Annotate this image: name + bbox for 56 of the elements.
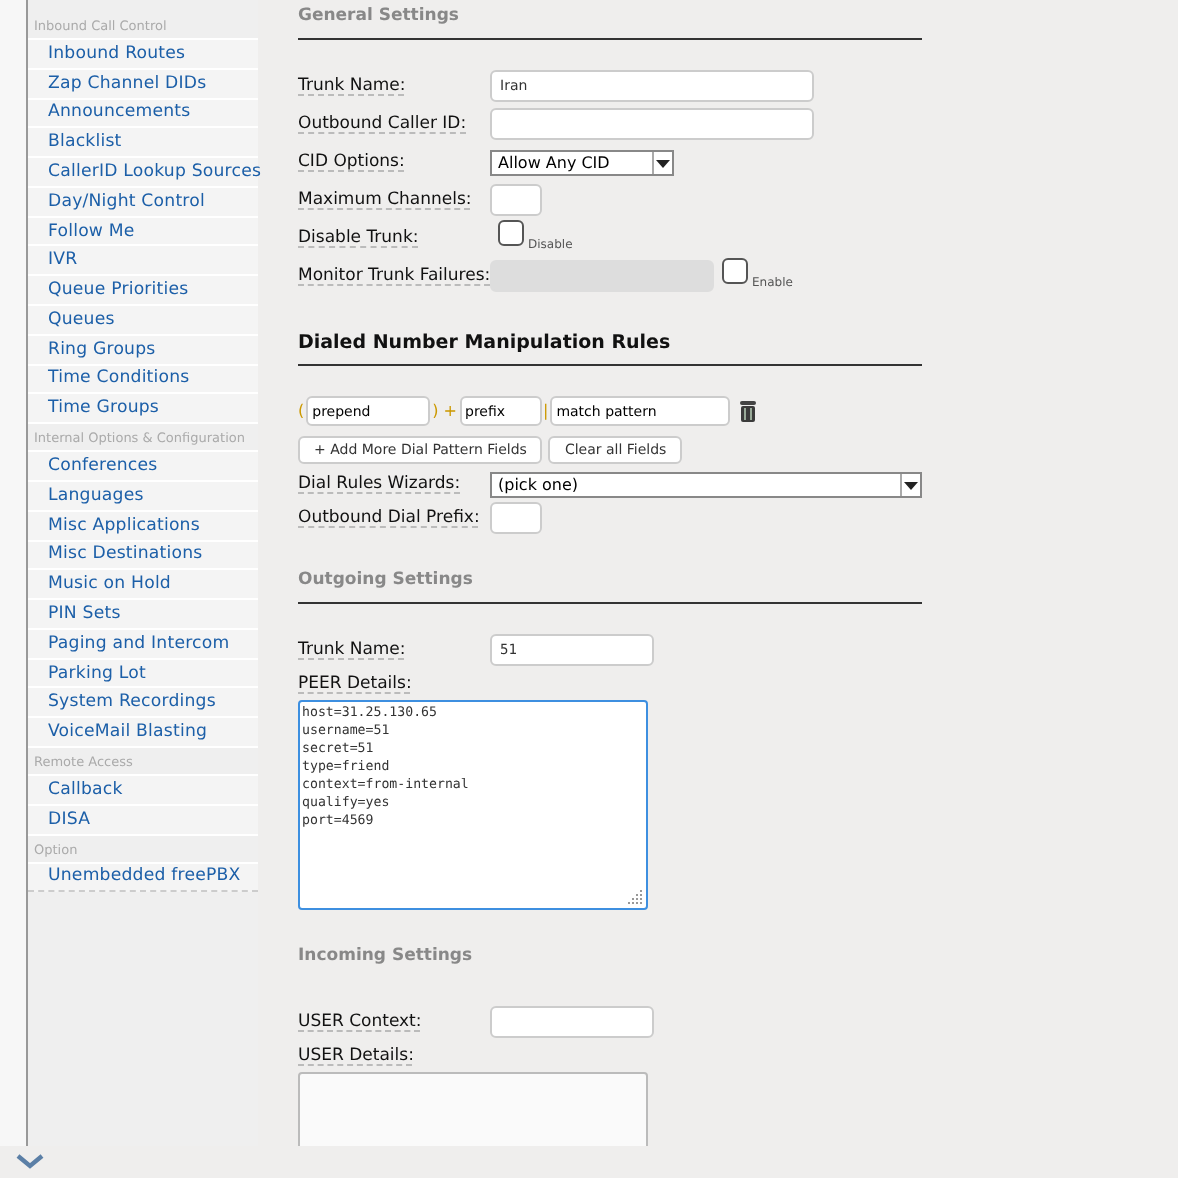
checkbox[interactable] — [498, 219, 524, 245]
section-heading: Incoming Settings — [298, 946, 475, 970]
sidebar-link[interactable]: VoiceMail Blasting — [28, 718, 258, 748]
sidebar-link[interactable]: Queue Priorities — [28, 276, 258, 307]
sidebar-link[interactable]: Parking Lot — [28, 659, 258, 689]
field-label: Dial Rules Wizards: — [298, 474, 463, 494]
section-heading: General Settings — [298, 6, 461, 30]
sidebar-link[interactable]: Conferences — [28, 452, 258, 482]
text-field[interactable] — [490, 502, 542, 534]
sidebar-link[interactable]: Callback — [28, 775, 258, 806]
sidebar-link[interactable]: Ring Groups — [28, 335, 258, 366]
field-label: Maximum Channels: — [298, 190, 474, 210]
sidebar-link[interactable]: Inbound Routes — [28, 40, 258, 70]
field-label: Monitor Trunk Failures: — [298, 266, 490, 286]
cid-options-dropdown[interactable]: Allow Any CID — [490, 149, 674, 175]
sidebar-link[interactable]: Time Groups — [28, 394, 258, 425]
field-label: Trunk Name: — [298, 76, 408, 96]
caret-icon — [656, 157, 670, 167]
sidebar-link[interactable]: Paging and Intercom — [28, 629, 258, 660]
field-label: Outbound Caller ID: — [298, 114, 469, 134]
caret-icon — [904, 479, 918, 489]
sidebar-link[interactable]: Languages — [28, 481, 258, 512]
chevron-down-icon[interactable] — [16, 1154, 44, 1170]
sidebar-link[interactable]: Announcements — [28, 99, 258, 129]
sidebar-link[interactable]: CallerID Lookup Sources — [28, 158, 258, 188]
sidebar-link[interactable]: Misc Applications — [28, 511, 258, 541]
field-label: Trunk Name: — [298, 640, 408, 660]
sidebar-link[interactable]: Time Conditions — [28, 365, 258, 395]
pattern-separator: ) + — [432, 402, 457, 420]
sidebar-link[interactable]: Queues — [28, 306, 258, 336]
sidebar-link[interactable]: System Recordings — [28, 688, 258, 719]
sidebar-link[interactable]: Unembedded freePBX — [28, 863, 258, 893]
trash-icon[interactable] — [738, 400, 759, 422]
sidebar-link[interactable]: Day/Night Control — [28, 187, 258, 218]
field-label: USER Context: — [298, 1012, 424, 1032]
field-label: USER Details: — [298, 1045, 416, 1065]
section-heading: Outgoing Settings — [298, 570, 475, 594]
sidebar-link[interactable]: Zap Channel DIDs — [28, 69, 258, 100]
field-label: PEER Details: — [298, 673, 414, 693]
field-label: Disable Trunk: — [298, 228, 421, 248]
sidebar-link[interactable]: Follow Me — [28, 217, 258, 247]
sidebar-link[interactable]: DISA — [28, 805, 258, 836]
pattern-separator: ( — [298, 402, 305, 420]
field-label: Outbound Dial Prefix: — [298, 508, 482, 528]
pattern-separator: | — [543, 402, 549, 420]
text-field[interactable] — [490, 1006, 654, 1038]
sidebar-link[interactable]: IVR — [28, 246, 258, 277]
text-field[interactable] — [490, 108, 814, 140]
text-field[interactable] — [490, 184, 542, 216]
sidebar-link[interactable]: Misc Destinations — [28, 541, 258, 571]
sidebar-link[interactable]: Music on Hold — [28, 570, 258, 601]
sidebar-link[interactable]: Blacklist — [28, 128, 258, 159]
section-heading: Dialed Number Manipulation Rules — [298, 332, 673, 356]
wizard-dropdown[interactable]: (pick one) — [490, 471, 922, 497]
sidebar-link[interactable]: PIN Sets — [28, 600, 258, 630]
field-label: CID Options: — [298, 152, 407, 172]
